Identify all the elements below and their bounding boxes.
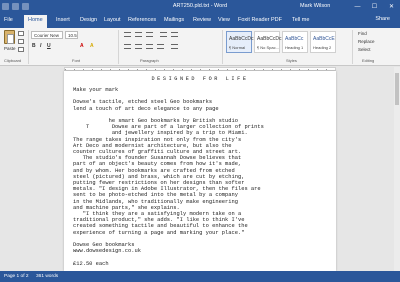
title-bar: ART250.pld.txt - Word Mark Wilson — ☐ ✕: [0, 0, 400, 13]
window-title: ART250.pld.txt - Word: [172, 3, 228, 9]
style-name: Heading 2: [313, 45, 332, 50]
share-button[interactable]: Share: [375, 16, 390, 22]
tab-references[interactable]: References: [128, 17, 156, 23]
document-line: experience of turning a page and marking…: [73, 229, 245, 236]
paste-button-label[interactable]: Paste: [4, 46, 16, 51]
ruler-ticks: [65, 69, 335, 70]
tab-design[interactable]: Design: [80, 17, 97, 23]
style-sample: AaBbCcE: [313, 36, 335, 42]
font-size-box[interactable]: 10.5: [65, 31, 78, 39]
page-count[interactable]: Page 1 of 2: [4, 274, 29, 279]
document-heading: DESIGNED FOR LIFE: [151, 76, 249, 82]
copy-icon[interactable]: [18, 39, 24, 44]
style-normal[interactable]: AaBbCcDc ¶ Normal: [226, 31, 254, 53]
ribbon-tabs: File Home Insert Design Layout Reference…: [0, 13, 400, 28]
replace-button[interactable]: Replace: [358, 39, 375, 44]
format-painter-icon[interactable]: [18, 47, 24, 52]
scrollbar-thumb[interactable]: [395, 73, 399, 105]
tab-home[interactable]: Home: [24, 15, 47, 28]
minimize-button[interactable]: —: [349, 0, 366, 13]
document-line: www.dowsedesign.co.uk: [73, 248, 141, 255]
style-sample: AaBbCcDc: [229, 36, 254, 42]
document-line: Make your mark: [73, 87, 119, 93]
window-controls: — ☐ ✕: [349, 0, 400, 13]
maximize-button[interactable]: ☐: [366, 0, 383, 13]
highlight-color-icon[interactable]: A: [90, 43, 94, 49]
document-line: lend a touch of art deco elegance to any…: [73, 105, 219, 112]
user-name[interactable]: Mark Wilson: [300, 3, 330, 9]
group-divider: [28, 30, 29, 64]
find-button[interactable]: Find: [358, 31, 367, 36]
align-left-icon[interactable]: [124, 44, 131, 49]
style-sample: AaBbCc: [285, 36, 304, 42]
close-button[interactable]: ✕: [383, 0, 400, 13]
paste-icon[interactable]: [4, 30, 15, 44]
document-line: £12.50 each: [73, 260, 109, 267]
style-name: ¶ Normal: [229, 45, 246, 50]
group-divider: [222, 30, 223, 64]
group-label-paragraph: Paragraph: [140, 58, 159, 63]
style-sample: AaBbCcDc: [257, 36, 282, 42]
decrease-indent-icon[interactable]: [160, 32, 167, 37]
group-label-styles: Styles: [286, 58, 297, 63]
tab-layout[interactable]: Layout: [104, 17, 121, 23]
cut-icon[interactable]: [18, 31, 24, 36]
bullets-icon[interactable]: [124, 32, 131, 37]
group-label-clipboard: Clipboard: [4, 58, 22, 63]
tell-me-search[interactable]: Tell me: [292, 17, 309, 23]
style-no-spacing[interactable]: AaBbCcDc ¶ No Spac...: [254, 31, 282, 53]
group-divider: [352, 30, 353, 64]
status-bar: Page 1 of 2 361 words: [0, 271, 400, 282]
group-divider: [118, 30, 119, 64]
document-page[interactable]: DESIGNED FOR LIFE Make your mark Dowse's …: [64, 71, 336, 271]
ribbon-home: Paste Clipboard Courier New 10.5 B I U A…: [0, 28, 400, 66]
font-color-icon[interactable]: A: [80, 43, 84, 49]
font-name-box[interactable]: Courier New: [31, 31, 63, 39]
vertical-scrollbar[interactable]: [394, 67, 400, 271]
word-count[interactable]: 361 words: [36, 274, 58, 279]
tab-file[interactable]: File: [4, 17, 13, 23]
style-heading-2[interactable]: AaBbCcE Heading 2: [310, 31, 336, 53]
tab-insert[interactable]: Insert: [56, 17, 70, 23]
group-label-font: Font: [72, 58, 81, 63]
tab-mailings[interactable]: Mailings: [164, 17, 184, 23]
tab-review[interactable]: Review: [193, 17, 211, 23]
style-name: ¶ No Spac...: [257, 45, 279, 50]
italic-button[interactable]: I: [40, 43, 41, 49]
increase-indent-icon[interactable]: [171, 32, 178, 37]
numbering-icon[interactable]: [135, 32, 142, 37]
style-heading-1[interactable]: AaBbCc Heading 1: [282, 31, 308, 53]
group-label-editing: Editing: [362, 58, 375, 63]
multilevel-list-icon[interactable]: [146, 32, 153, 37]
style-name: Heading 1: [285, 45, 304, 50]
line-spacing-icon[interactable]: [171, 44, 178, 49]
tab-foxit-reader-pdf[interactable]: Foxit Reader PDF: [238, 17, 282, 23]
align-center-icon[interactable]: [135, 44, 142, 49]
tab-view[interactable]: View: [218, 17, 230, 23]
select-button[interactable]: Select: [358, 47, 371, 52]
align-right-icon[interactable]: [146, 44, 153, 49]
justify-icon[interactable]: [157, 44, 164, 49]
underline-button[interactable]: U: [47, 43, 51, 49]
bold-button[interactable]: B: [32, 43, 36, 49]
